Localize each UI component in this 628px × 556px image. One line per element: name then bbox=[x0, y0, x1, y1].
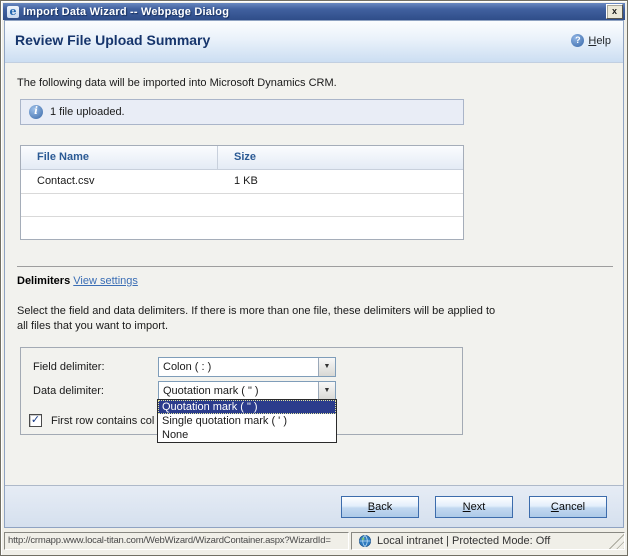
column-header-file-name: File Name bbox=[21, 146, 218, 169]
back-button[interactable]: Back bbox=[341, 496, 419, 518]
security-zone-area: Local intranet | Protected Mode: Off bbox=[351, 532, 625, 550]
status-bar: http://crmapp.www.local-titan.com/WebWiz… bbox=[3, 530, 625, 552]
field-delimiter-label: Field delimiter: bbox=[33, 361, 105, 373]
close-button[interactable]: x bbox=[606, 4, 623, 19]
first-row-checkbox-label[interactable]: First row contains col bbox=[51, 415, 154, 427]
help-label: Help bbox=[588, 35, 611, 47]
first-row-checkbox[interactable]: ✓ bbox=[29, 414, 42, 427]
data-delimiter-value: Quotation mark ( " ) bbox=[159, 385, 318, 397]
dialog-page: Review File Upload Summary ? Help The fo… bbox=[4, 20, 624, 528]
security-zone-text: Local intranet | Protected Mode: Off bbox=[377, 535, 550, 547]
info-icon: i bbox=[29, 105, 43, 119]
webpage-dialog-window: e Import Data Wizard -- Webpage Dialog x… bbox=[0, 0, 628, 556]
data-delimiter-dropdown-list: Quotation mark ( " ) Single quotation ma… bbox=[157, 399, 337, 443]
delimiters-title: Delimiters bbox=[17, 275, 70, 287]
upload-info-box: i 1 file uploaded. bbox=[20, 99, 464, 125]
field-delimiter-value: Colon ( : ) bbox=[159, 361, 318, 373]
delimiters-heading: Delimiters View settings bbox=[17, 275, 138, 287]
intro-text: The following data will be imported into… bbox=[17, 77, 337, 89]
help-link[interactable]: ? Help bbox=[571, 34, 611, 47]
delimiters-description: Select the field and data delimiters. If… bbox=[17, 304, 509, 334]
next-button[interactable]: Next bbox=[435, 496, 513, 518]
cancel-button[interactable]: Cancel bbox=[529, 496, 607, 518]
empty-table-row bbox=[21, 194, 463, 217]
view-settings-link[interactable]: View settings bbox=[73, 275, 138, 287]
file-table: File Name Size Contact.csv 1 KB bbox=[20, 145, 464, 240]
field-delimiter-select[interactable]: Colon ( : ) ▼ bbox=[158, 357, 336, 377]
status-url: http://crmapp.www.local-titan.com/WebWiz… bbox=[4, 532, 349, 550]
file-name-cell: Contact.csv bbox=[21, 170, 218, 193]
column-header-size: Size bbox=[218, 146, 256, 169]
chevron-down-icon[interactable]: ▼ bbox=[318, 382, 335, 400]
file-table-header: File Name Size bbox=[21, 146, 463, 170]
first-row-checkbox-row: ✓ First row contains col bbox=[29, 414, 154, 427]
upload-info-message: 1 file uploaded. bbox=[50, 106, 125, 118]
file-size-cell: 1 KB bbox=[218, 170, 258, 193]
chevron-down-icon[interactable]: ▼ bbox=[318, 358, 335, 376]
dropdown-option-single-quotation-mark[interactable]: Single quotation mark ( ' ) bbox=[158, 414, 336, 428]
wizard-header: Review File Upload Summary ? Help bbox=[5, 21, 623, 63]
table-row: Contact.csv 1 KB bbox=[21, 170, 463, 194]
globe-icon bbox=[358, 534, 372, 548]
data-delimiter-select[interactable]: Quotation mark ( " ) ▼ bbox=[158, 381, 336, 401]
data-delimiter-label: Data delimiter: bbox=[33, 385, 104, 397]
help-icon: ? bbox=[571, 34, 584, 47]
section-divider bbox=[17, 266, 613, 267]
wizard-footer: Back Next Cancel bbox=[5, 485, 623, 527]
page-title: Review File Upload Summary bbox=[15, 32, 210, 48]
window-title: Import Data Wizard -- Webpage Dialog bbox=[23, 6, 229, 18]
resize-grip[interactable] bbox=[608, 533, 624, 549]
wizard-content: The following data will be imported into… bbox=[5, 64, 623, 485]
internet-explorer-icon: e bbox=[7, 6, 19, 18]
titlebar[interactable]: e Import Data Wizard -- Webpage Dialog x bbox=[3, 3, 625, 20]
dropdown-option-quotation-mark[interactable]: Quotation mark ( " ) bbox=[158, 400, 336, 414]
dropdown-option-none[interactable]: None bbox=[158, 428, 336, 442]
